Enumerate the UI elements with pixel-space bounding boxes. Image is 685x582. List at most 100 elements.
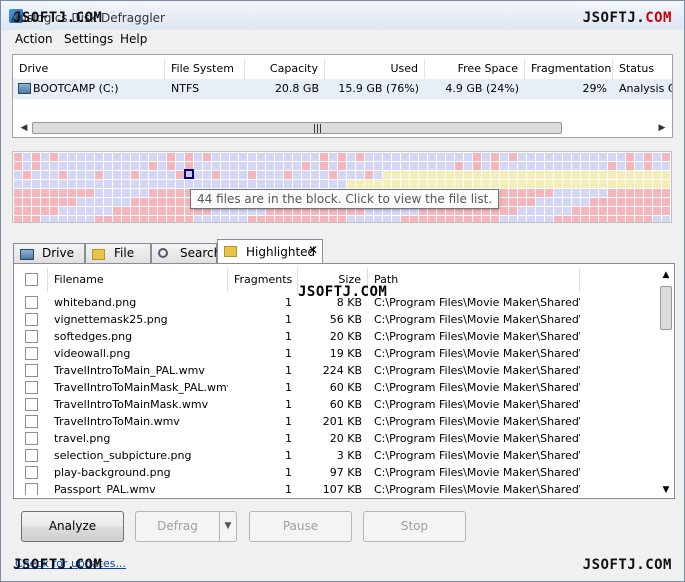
- cluster-block[interactable]: [131, 189, 139, 197]
- cluster-block[interactable]: [401, 162, 409, 170]
- cluster-block[interactable]: [626, 153, 634, 161]
- cluster-block[interactable]: [212, 171, 220, 179]
- table-row[interactable]: videowall.png 1 19 KB C:\Program Files\Movi…: [18, 345, 658, 362]
- cluster-block[interactable]: [374, 180, 382, 188]
- cluster-block[interactable]: [608, 153, 616, 161]
- cluster-block[interactable]: [464, 216, 472, 222]
- cluster-block[interactable]: [293, 180, 301, 188]
- cluster-block[interactable]: [284, 153, 292, 161]
- cluster-block[interactable]: [662, 153, 670, 161]
- cluster-block[interactable]: [104, 216, 112, 222]
- cluster-block[interactable]: [626, 198, 634, 206]
- cluster-block[interactable]: [464, 153, 472, 161]
- cluster-block[interactable]: [644, 171, 652, 179]
- cluster-block[interactable]: [536, 189, 544, 197]
- cluster-block[interactable]: [158, 207, 166, 215]
- cluster-block[interactable]: [509, 216, 517, 222]
- cluster-block[interactable]: [518, 171, 526, 179]
- cluster-block[interactable]: [104, 198, 112, 206]
- cluster-block[interactable]: [113, 180, 121, 188]
- cluster-block[interactable]: [653, 180, 661, 188]
- cluster-block[interactable]: [410, 180, 418, 188]
- cluster-block[interactable]: [662, 207, 670, 215]
- col-fragments[interactable]: Fragments: [228, 268, 298, 292]
- cluster-block[interactable]: [266, 153, 274, 161]
- col-fragmentation[interactable]: Fragmentation: [525, 59, 613, 79]
- cluster-block[interactable]: [662, 198, 670, 206]
- cluster-block[interactable]: [590, 189, 598, 197]
- cluster-block[interactable]: [158, 153, 166, 161]
- cluster-block[interactable]: [599, 180, 607, 188]
- cluster-block[interactable]: [311, 171, 319, 179]
- scroll-left-icon[interactable]: ◀: [18, 121, 30, 135]
- row-checkbox[interactable]: [25, 466, 38, 479]
- cluster-block[interactable]: [545, 189, 553, 197]
- cluster-block[interactable]: [608, 171, 616, 179]
- cluster-block[interactable]: [50, 180, 58, 188]
- cluster-block[interactable]: [554, 171, 562, 179]
- cluster-block[interactable]: [599, 189, 607, 197]
- cluster-block[interactable]: [275, 162, 283, 170]
- scroll-right-icon[interactable]: ▶: [656, 121, 668, 135]
- cluster-block[interactable]: [167, 180, 175, 188]
- file-list-vscroll[interactable]: ▲ ▼: [659, 268, 673, 495]
- cluster-block[interactable]: [527, 180, 535, 188]
- cluster-map[interactable]: [12, 151, 672, 223]
- cluster-block[interactable]: [599, 162, 607, 170]
- cluster-block[interactable]: [176, 153, 184, 161]
- cluster-block[interactable]: [383, 180, 391, 188]
- cluster-block[interactable]: [140, 189, 148, 197]
- cluster-block[interactable]: [320, 153, 328, 161]
- cluster-block[interactable]: [32, 189, 40, 197]
- cluster-block[interactable]: [104, 207, 112, 215]
- cluster-block[interactable]: [59, 162, 67, 170]
- cluster-block[interactable]: [338, 216, 346, 222]
- cluster-block[interactable]: [473, 153, 481, 161]
- cluster-block[interactable]: [50, 162, 58, 170]
- cluster-block[interactable]: [140, 180, 148, 188]
- cluster-block[interactable]: [329, 216, 337, 222]
- tab-search[interactable]: Search: [151, 243, 221, 263]
- cluster-block[interactable]: [509, 180, 517, 188]
- cluster-block[interactable]: [176, 207, 184, 215]
- cluster-block[interactable]: [500, 153, 508, 161]
- cluster-block[interactable]: [653, 198, 661, 206]
- cluster-block[interactable]: [347, 216, 355, 222]
- cluster-block[interactable]: [635, 207, 643, 215]
- cluster-block[interactable]: [482, 162, 490, 170]
- cluster-block[interactable]: [257, 180, 265, 188]
- cluster-block[interactable]: [14, 198, 22, 206]
- cluster-block[interactable]: [140, 198, 148, 206]
- cluster-block[interactable]: [581, 162, 589, 170]
- cluster-block[interactable]: [410, 153, 418, 161]
- cluster-block[interactable]: [329, 153, 337, 161]
- row-checkbox[interactable]: [25, 449, 38, 462]
- cluster-block[interactable]: [131, 180, 139, 188]
- cluster-block[interactable]: [311, 180, 319, 188]
- cluster-block[interactable]: [590, 216, 598, 222]
- cluster-block[interactable]: [347, 171, 355, 179]
- cluster-block[interactable]: [185, 216, 193, 222]
- table-row[interactable]: TravelIntroToMain_PAL.wmv 1 224 KB C:\Progr…: [18, 362, 658, 379]
- table-row[interactable]: vignettemask25.png 1 56 KB C:\Program Files…: [18, 311, 658, 328]
- cluster-block[interactable]: [545, 180, 553, 188]
- cluster-block[interactable]: [86, 207, 94, 215]
- defrag-button[interactable]: Defrag: [135, 511, 220, 542]
- table-row[interactable]: selection_subpicture.png 1 3 KB C:\Program …: [18, 447, 658, 464]
- cluster-block[interactable]: [113, 198, 121, 206]
- cluster-block[interactable]: [104, 171, 112, 179]
- cluster-block[interactable]: [32, 162, 40, 170]
- cluster-block[interactable]: [419, 216, 427, 222]
- cluster-block[interactable]: [248, 162, 256, 170]
- cluster-block[interactable]: [635, 216, 643, 222]
- cluster-block[interactable]: [158, 171, 166, 179]
- cluster-block[interactable]: [527, 162, 535, 170]
- cluster-block[interactable]: [626, 171, 634, 179]
- cluster-block[interactable]: [14, 207, 22, 215]
- cluster-block[interactable]: [365, 153, 373, 161]
- cluster-block[interactable]: [446, 153, 454, 161]
- cluster-block[interactable]: [68, 171, 76, 179]
- cluster-block[interactable]: [383, 162, 391, 170]
- cluster-block[interactable]: [410, 216, 418, 222]
- cluster-block[interactable]: [194, 216, 202, 222]
